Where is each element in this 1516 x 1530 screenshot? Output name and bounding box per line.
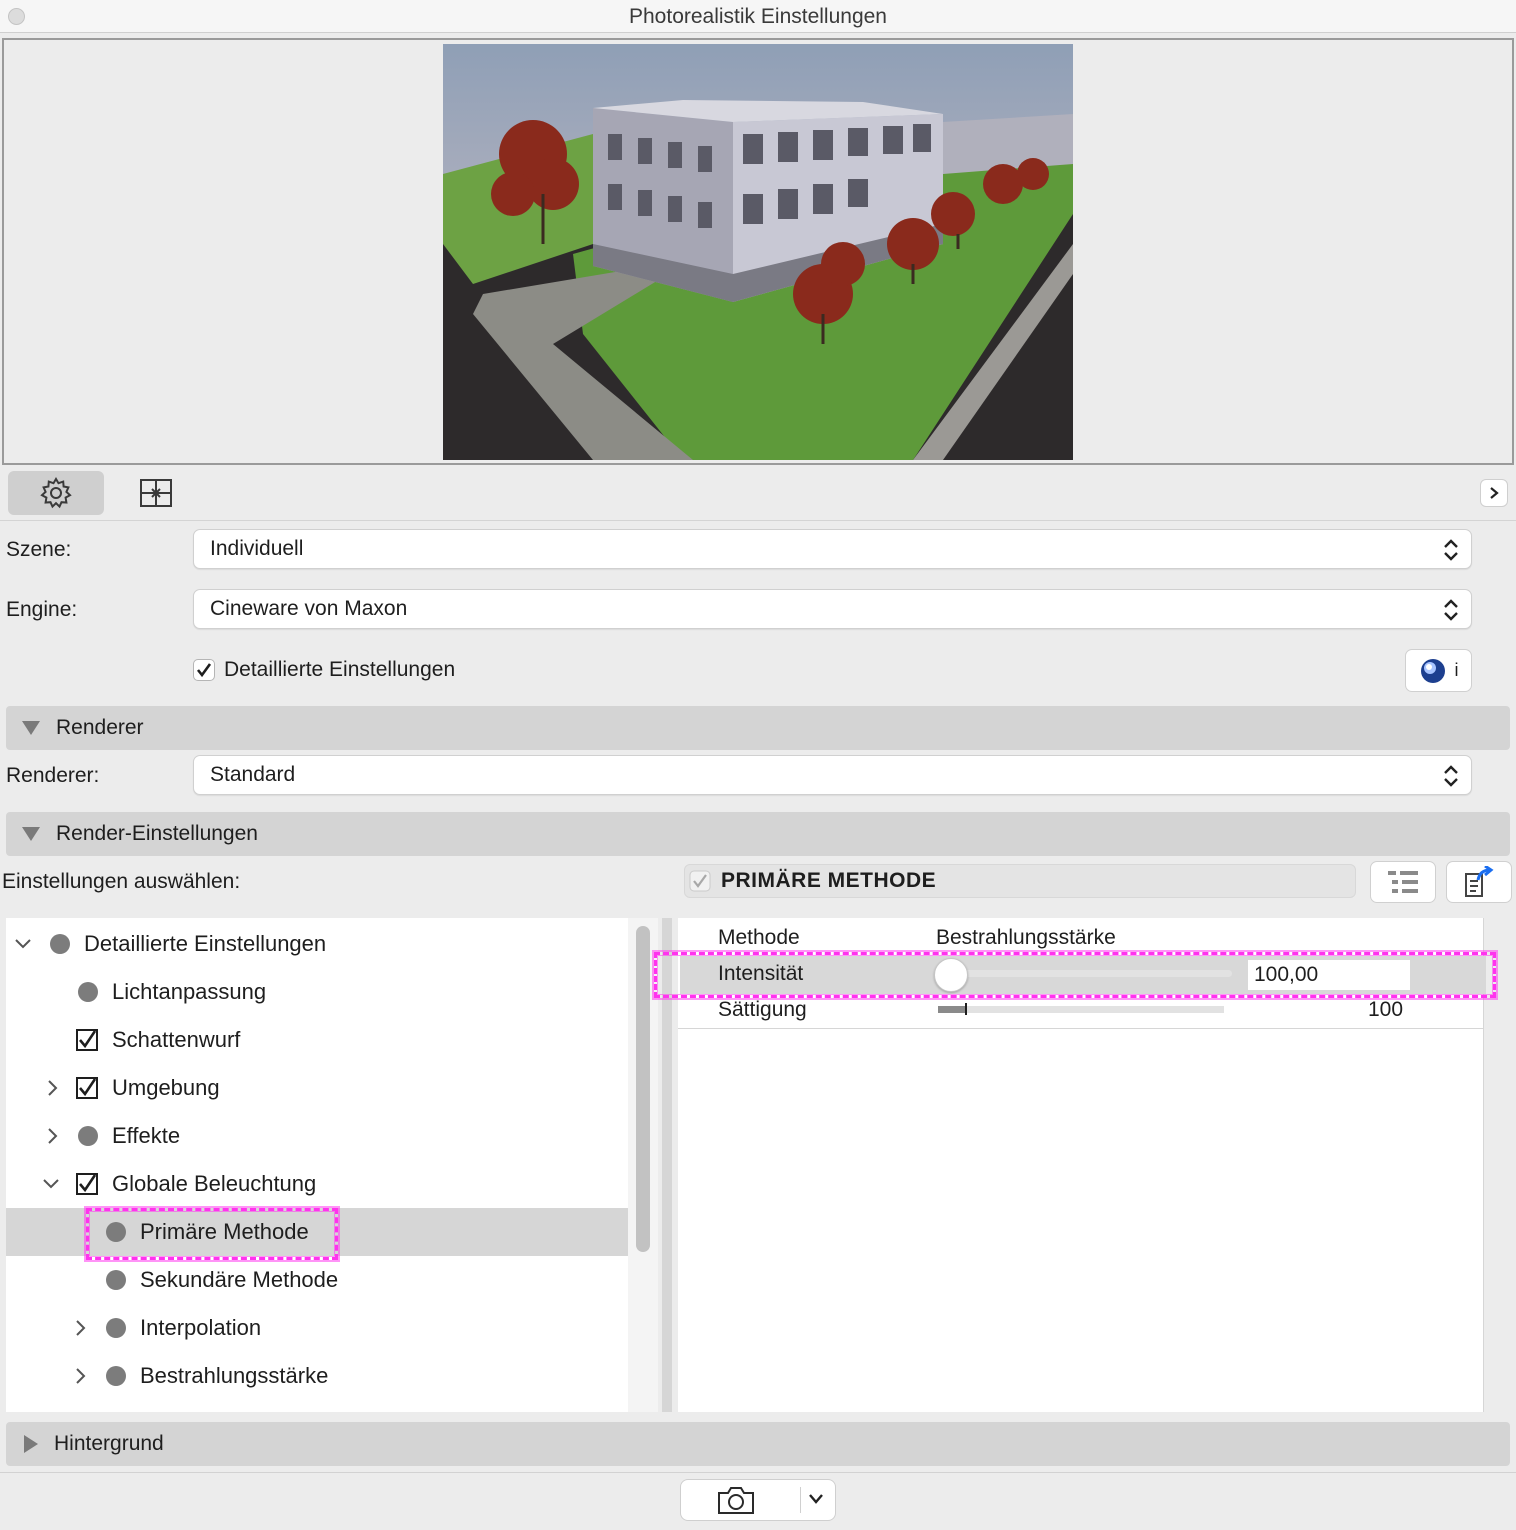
divider bbox=[0, 520, 1516, 521]
bullet-icon bbox=[106, 1366, 126, 1386]
scene-select[interactable]: Individuell bbox=[193, 529, 1472, 569]
tree-item-effects[interactable]: Effekte bbox=[6, 1112, 628, 1160]
checkmark-icon bbox=[79, 1175, 96, 1193]
export-settings-button[interactable] bbox=[1446, 861, 1512, 903]
tree-item-interpolation[interactable]: Interpolation bbox=[6, 1304, 628, 1352]
tree-item-irradiance[interactable]: Bestrahlungsstärke bbox=[6, 1352, 628, 1400]
updown-chevron-icon bbox=[1444, 765, 1458, 787]
saturation-label: Sättigung bbox=[718, 998, 807, 1021]
tree-item-label: Bestrahlungsstärke bbox=[140, 1363, 329, 1388]
tree-item-shadows[interactable]: Schattenwurf bbox=[6, 1016, 628, 1064]
section-background[interactable]: Hintergrund bbox=[6, 1422, 1510, 1466]
list-view-button[interactable] bbox=[1370, 861, 1436, 903]
highlight-primary-method bbox=[86, 1208, 338, 1260]
disclosure-triangle-icon bbox=[22, 827, 40, 841]
checkmark-icon bbox=[196, 663, 212, 678]
tree-item-label: Effekte bbox=[112, 1123, 181, 1148]
section-renderer[interactable]: Renderer bbox=[6, 706, 1510, 750]
tree-item-label: Sekundäre Methode bbox=[140, 1267, 339, 1292]
tree-item-global-illumination[interactable]: Globale Beleuchtung bbox=[6, 1160, 628, 1208]
bullet-icon bbox=[106, 1270, 126, 1290]
engine-select-value: Cineware von Maxon bbox=[210, 597, 408, 620]
select-settings-label: Einstellungen auswählen: bbox=[2, 870, 241, 893]
method-label: Methode bbox=[718, 926, 800, 949]
tree-item-label: Globale Beleuchtung bbox=[112, 1171, 317, 1196]
tab-view[interactable] bbox=[120, 471, 192, 515]
saturation-slider-handle[interactable] bbox=[965, 1003, 967, 1015]
chevron-right-icon bbox=[1490, 487, 1499, 499]
preview-image bbox=[443, 44, 1073, 460]
tree-item-label: Detaillierte Einstellungen bbox=[84, 931, 327, 956]
shadows-checkbox[interactable] bbox=[76, 1029, 98, 1051]
cinema4d-logo-icon bbox=[1420, 658, 1445, 683]
checkmark-icon bbox=[79, 1079, 96, 1097]
tree-item-detailed-settings[interactable]: Detaillierte Einstellungen bbox=[6, 920, 628, 968]
export-document-icon bbox=[1465, 866, 1494, 897]
tree-item-environment[interactable]: Umgebung bbox=[6, 1064, 628, 1112]
updown-chevron-icon bbox=[1444, 599, 1458, 621]
checkmark-icon bbox=[79, 1031, 96, 1049]
renderer-select-value: Standard bbox=[210, 763, 296, 786]
chevron-right-icon[interactable] bbox=[44, 1127, 62, 1145]
bottom-divider bbox=[0, 1472, 1516, 1473]
window-title: Photorealistik Einstellungen bbox=[629, 5, 887, 28]
saturation-slider-fill bbox=[938, 1006, 967, 1013]
scene-label: Szene: bbox=[6, 538, 72, 561]
list-tree-icon bbox=[1388, 871, 1418, 893]
section-render-settings-title: Render-Einstellungen bbox=[56, 822, 258, 845]
renderer-select[interactable]: Standard bbox=[193, 755, 1472, 795]
bullet-icon bbox=[50, 934, 70, 954]
method-value[interactable]: Bestrahlungsstärke bbox=[936, 926, 1116, 950]
scene-select-value: Individuell bbox=[210, 537, 304, 560]
bullet-icon bbox=[78, 982, 98, 1002]
saturation-value[interactable]: 100 bbox=[1368, 998, 1403, 1022]
props-header-title: PRIMÄRE METHODE bbox=[721, 869, 937, 892]
bullet-icon bbox=[78, 1126, 98, 1146]
tree-item-secondary-method[interactable]: Sekundäre Methode bbox=[6, 1256, 628, 1304]
tree-scrollbar[interactable] bbox=[636, 926, 650, 1252]
highlight-intensity-row bbox=[654, 952, 1496, 998]
cineware-info-button[interactable]: i bbox=[1405, 649, 1472, 692]
render-preview bbox=[2, 38, 1514, 465]
section-background-title: Hintergrund bbox=[54, 1432, 164, 1455]
camera-icon[interactable] bbox=[716, 1484, 756, 1516]
render-button-separator bbox=[800, 1487, 801, 1513]
tree-item-light-adjust[interactable]: Lichtanpassung bbox=[6, 968, 628, 1016]
chevron-down-icon[interactable] bbox=[42, 1175, 60, 1193]
chevron-down-icon[interactable] bbox=[808, 1492, 824, 1506]
section-renderer-title: Renderer bbox=[56, 716, 144, 739]
chevron-right-icon[interactable] bbox=[72, 1367, 90, 1385]
chevron-right-icon[interactable] bbox=[72, 1319, 90, 1337]
tab-settings[interactable] bbox=[8, 471, 104, 515]
tree-item-label: Umgebung bbox=[112, 1075, 220, 1100]
detailed-settings-label: Detaillierte Einstellungen bbox=[224, 658, 456, 681]
chevron-right-icon[interactable] bbox=[44, 1079, 62, 1097]
updown-chevron-icon bbox=[1444, 539, 1458, 561]
global-illumination-checkbox[interactable] bbox=[76, 1173, 98, 1195]
frame-icon bbox=[140, 479, 172, 507]
environment-checkbox[interactable] bbox=[76, 1077, 98, 1099]
disclosure-triangle-icon bbox=[24, 1435, 38, 1453]
chevron-down-icon[interactable] bbox=[14, 935, 32, 953]
props-divider bbox=[678, 1028, 1484, 1029]
engine-label: Engine: bbox=[6, 598, 78, 621]
saturation-slider-track[interactable] bbox=[938, 1006, 1224, 1013]
expand-panel-button[interactable] bbox=[1480, 479, 1508, 507]
info-label: i bbox=[1454, 660, 1459, 680]
detailed-settings-checkbox[interactable] bbox=[193, 659, 215, 681]
bullet-icon bbox=[106, 1318, 126, 1338]
gear-icon bbox=[40, 477, 72, 509]
tree-item-label: Schattenwurf bbox=[112, 1027, 241, 1052]
disclosure-triangle-icon bbox=[22, 721, 40, 735]
engine-select[interactable]: Cineware von Maxon bbox=[193, 589, 1472, 629]
checkmark-icon bbox=[689, 870, 711, 892]
renderer-label: Renderer: bbox=[6, 764, 100, 787]
tree-item-label: Lichtanpassung bbox=[112, 979, 267, 1004]
section-render-settings[interactable]: Render-Einstellungen bbox=[6, 812, 1510, 856]
tree-item-label: Interpolation bbox=[140, 1315, 262, 1340]
props-header: PRIMÄRE METHODE bbox=[684, 864, 1356, 898]
